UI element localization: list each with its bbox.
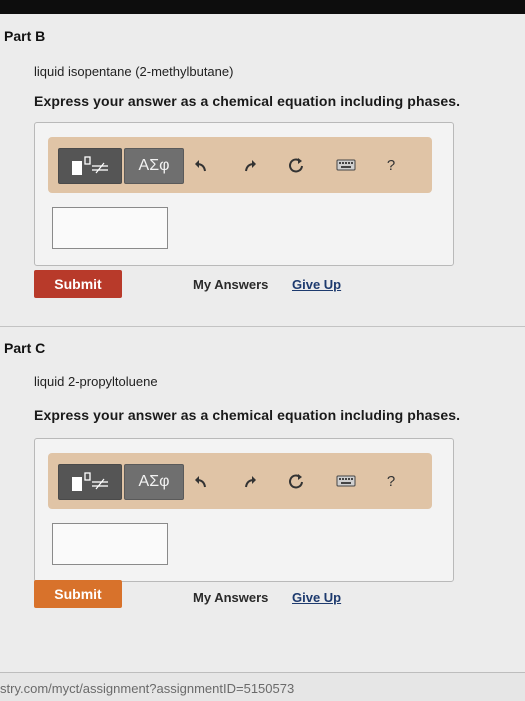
- part-b-give-up-link[interactable]: Give Up: [292, 277, 341, 292]
- keyboard-icon: [336, 475, 356, 487]
- redo-icon: [245, 476, 256, 488]
- reset-button[interactable]: [278, 148, 314, 182]
- part-b-question: liquid isopentane (2-methylbutane): [34, 64, 234, 79]
- part-c-title: Part C: [4, 340, 46, 356]
- part-c-answer-input[interactable]: [52, 523, 168, 565]
- status-url-bar: stry.com/myct/assignment?assignmentID=51…: [0, 672, 525, 701]
- status-url-text: stry.com/myct/assignment?assignmentID=51…: [0, 681, 295, 696]
- redo-button[interactable]: [231, 148, 267, 182]
- redo-icon: [245, 160, 256, 172]
- keyboard-icon: [336, 159, 356, 171]
- templates-button[interactable]: [58, 148, 122, 184]
- part-b-title: Part B: [4, 28, 46, 44]
- part-c-give-up-link[interactable]: Give Up: [292, 590, 341, 605]
- templates-button[interactable]: [58, 464, 122, 500]
- part-b-my-answers-link[interactable]: My Answers: [193, 277, 268, 292]
- part-c-submit-button[interactable]: Submit: [34, 580, 122, 608]
- reset-icon: [289, 474, 303, 489]
- screen: Part B liquid isopentane (2-methylbutane…: [0, 14, 525, 701]
- part-c-toolbar: ΑΣφ ?: [48, 453, 432, 509]
- part-c-instruction: Express your answer as a chemical equati…: [34, 407, 461, 423]
- reset-button[interactable]: [278, 464, 314, 498]
- templates-icon: [72, 472, 108, 491]
- keyboard-button[interactable]: [328, 464, 364, 498]
- greek-symbols-button[interactable]: ΑΣφ: [124, 148, 184, 184]
- undo-button[interactable]: [184, 148, 220, 182]
- part-b-instruction: Express your answer as a chemical equati…: [34, 93, 461, 109]
- section-divider: [0, 326, 525, 327]
- undo-icon: [195, 476, 206, 488]
- part-b-answer-input[interactable]: [52, 207, 168, 249]
- help-button[interactable]: ?: [373, 148, 409, 182]
- part-c-answer-box: ΑΣφ ?: [34, 438, 454, 582]
- greek-symbols-button[interactable]: ΑΣφ: [124, 464, 184, 500]
- templates-icon: [72, 156, 108, 175]
- part-b-answer-box: ΑΣφ ?: [34, 122, 454, 266]
- undo-icon: [195, 160, 206, 172]
- redo-button[interactable]: [231, 464, 267, 498]
- reset-icon: [289, 158, 303, 173]
- help-button[interactable]: ?: [373, 464, 409, 498]
- part-b-submit-button[interactable]: Submit: [34, 270, 122, 298]
- part-c-question: liquid 2-propyltoluene: [34, 374, 158, 389]
- part-b-toolbar: ΑΣφ ?: [48, 137, 432, 193]
- part-c-my-answers-link[interactable]: My Answers: [193, 590, 268, 605]
- keyboard-button[interactable]: [328, 148, 364, 182]
- undo-button[interactable]: [184, 464, 220, 498]
